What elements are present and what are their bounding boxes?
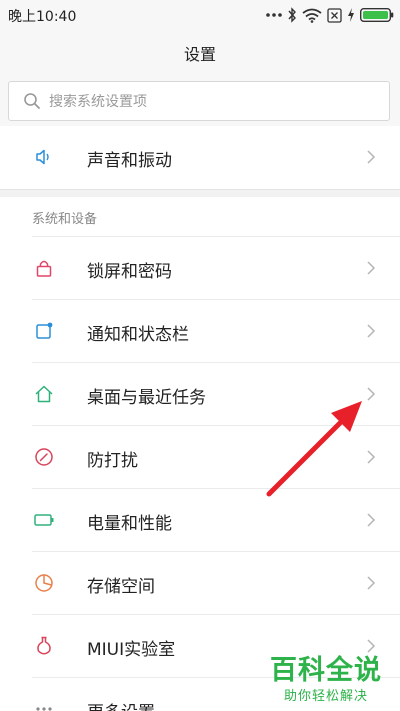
- settings-item-label: 桌面与最近任务: [87, 388, 206, 408]
- watermark-logo: 百科全说 助你轻松解决: [270, 648, 382, 704]
- status-icons: [266, 5, 394, 25]
- speaker-icon: [36, 149, 49, 165]
- more-dots-icon: [36, 707, 52, 711]
- settings-item-label: 更多设置: [87, 698, 155, 711]
- watermark-title: 百科全说: [270, 655, 382, 686]
- settings-item-label: 电量和性能: [87, 514, 172, 534]
- charging-icon: [348, 8, 354, 22]
- flask-icon: [37, 636, 51, 655]
- settings-item-label: 声音和振动: [87, 151, 172, 171]
- settings-item-notifications[interactable]: 通知和状态栏: [0, 300, 400, 363]
- settings-item-label: 锁屏和密码: [87, 262, 172, 282]
- battery-outline-icon: [34, 514, 54, 526]
- home-icon: [35, 385, 53, 403]
- settings-item-label: MIUI实验室: [87, 640, 176, 660]
- chevron-right-icon: [367, 324, 376, 338]
- settings-item-lock-screen[interactable]: 锁屏和密码: [0, 237, 400, 300]
- more-dots-icon: [266, 13, 282, 17]
- settings-item-label: 通知和状态栏: [87, 325, 189, 345]
- lock-icon: [36, 260, 52, 277]
- search-box[interactable]: [8, 81, 390, 122]
- status-bar: 晚上10:40: [0, 0, 400, 30]
- settings-item-home-screen[interactable]: 桌面与最近任务: [0, 363, 400, 426]
- settings-item-sound[interactable]: 声音和振动: [0, 126, 400, 189]
- chevron-right-icon: [367, 387, 376, 401]
- watermark-subtitle: 助你轻松解决: [283, 689, 368, 704]
- status-time: 晚上10:40: [8, 9, 77, 25]
- settings-item-label: 存储空间: [87, 577, 155, 597]
- settings-item-battery[interactable]: 电量和性能: [0, 489, 400, 552]
- chevron-right-icon: [367, 513, 376, 527]
- search-input[interactable]: [47, 82, 381, 122]
- search-area: [0, 75, 400, 129]
- bluetooth-icon: [288, 7, 296, 23]
- do-not-disturb-icon: [35, 448, 53, 466]
- pie-chart-icon: [35, 574, 53, 592]
- section-header-label: 系统和设备: [32, 212, 98, 227]
- chevron-right-icon: [367, 261, 376, 275]
- no-sim-icon: [327, 7, 342, 23]
- wifi-icon: [302, 8, 322, 23]
- search-icon: [24, 93, 40, 109]
- chevron-right-icon: [367, 450, 376, 464]
- section-header: 系统和设备: [0, 197, 400, 237]
- settings-item-storage[interactable]: 存储空间: [0, 552, 400, 615]
- notification-icon: [36, 322, 53, 339]
- chevron-right-icon: [367, 576, 376, 590]
- page-title: 设置: [183, 45, 216, 64]
- battery-icon: [360, 8, 394, 22]
- chevron-right-icon: [367, 150, 376, 164]
- settings-item-do-not-disturb[interactable]: 防打扰: [0, 426, 400, 489]
- title-bar: 设置: [0, 30, 400, 75]
- settings-item-label: 防打扰: [87, 451, 138, 471]
